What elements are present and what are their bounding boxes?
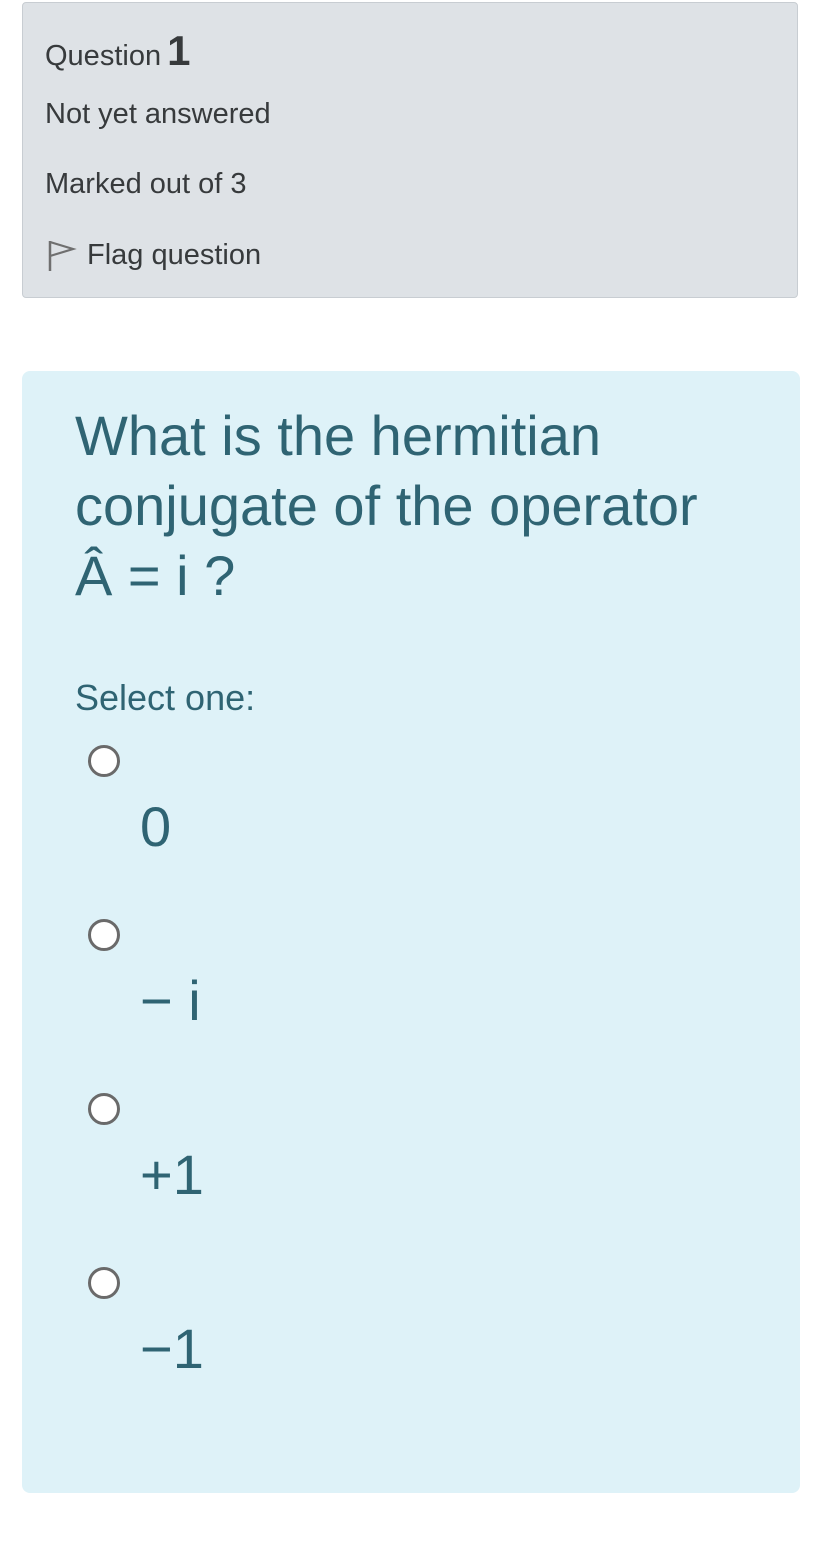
answer-option-label[interactable]: 0 — [140, 797, 171, 857]
answer-option-label[interactable]: − i — [140, 971, 201, 1031]
flag-question-label[interactable]: Flag question — [87, 239, 261, 272]
question-text: What is the hermitian conjugate of the o… — [75, 404, 698, 607]
question-info-panel: Question 1 Not yet answered Marked out of… — [22, 2, 798, 298]
question-state: Not yet answered — [45, 98, 271, 130]
question-number: 1 — [167, 27, 191, 74]
flag-outline-icon — [45, 237, 77, 273]
answer-option-label[interactable]: −1 — [140, 1319, 204, 1379]
answer-option[interactable]: +1 — [88, 1093, 388, 1213]
select-one-prompt: Select one: — [75, 677, 256, 718]
question-number-heading: Question 1 — [45, 27, 190, 75]
radio-button[interactable] — [88, 1267, 120, 1299]
question-content-panel: What is the hermitian conjugate of the o… — [22, 371, 800, 1493]
answer-option[interactable]: − i — [88, 919, 388, 1039]
question-grade: Marked out of 3 — [45, 168, 247, 200]
radio-button[interactable] — [88, 919, 120, 951]
radio-button[interactable] — [88, 745, 120, 777]
radio-button[interactable] — [88, 1093, 120, 1125]
answer-option[interactable]: 0 — [88, 745, 388, 865]
answer-option-label[interactable]: +1 — [140, 1145, 204, 1205]
flag-question-link[interactable]: Flag question — [45, 235, 261, 275]
answer-option[interactable]: −1 — [88, 1267, 388, 1387]
question-word: Question — [45, 40, 162, 72]
